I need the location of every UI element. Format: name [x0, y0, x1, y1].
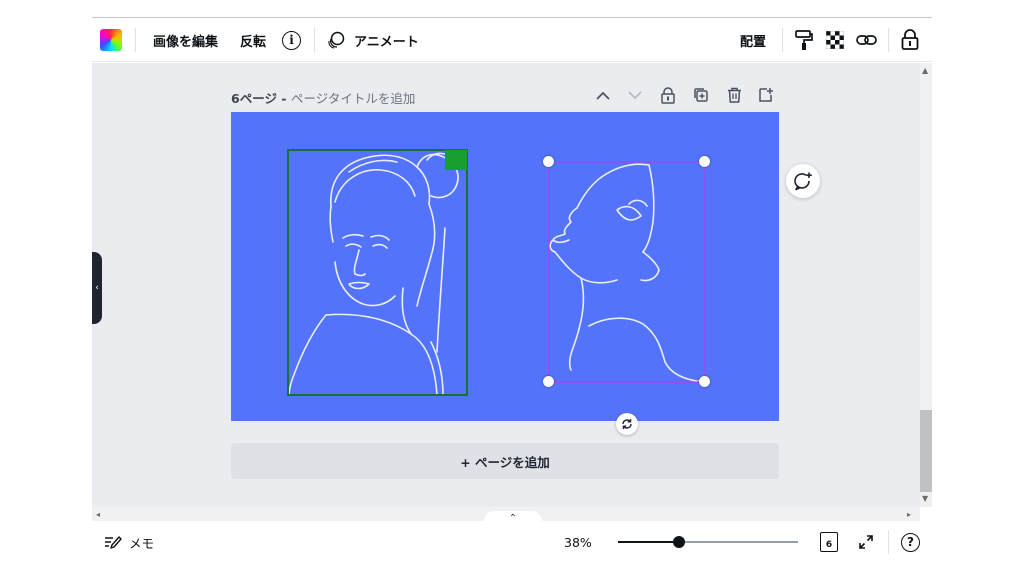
scroll-up-arrow-icon[interactable]: ▲ — [922, 66, 928, 75]
divider — [782, 28, 783, 52]
editor-app: 画像を編集 反転 i アニメート 配置 6ページ - ページタイトルを追加 + … — [92, 0, 932, 576]
color-palette-icon — [100, 29, 122, 51]
paint-roller-icon — [795, 30, 813, 50]
link-icon — [856, 35, 877, 45]
help-icon: ? — [901, 532, 920, 552]
trash-icon — [727, 87, 741, 103]
divider — [135, 28, 136, 52]
chevron-down-icon — [628, 90, 642, 99]
resize-handle-top-right[interactable] — [699, 156, 710, 167]
vertical-scrollbar-thumb[interactable] — [920, 410, 932, 492]
page-title-placeholder[interactable]: ページタイトルを追加 — [291, 91, 416, 106]
animate-button[interactable]: アニメート — [326, 18, 419, 62]
chevron-up-icon: ⌃ — [508, 512, 518, 524]
context-toolbar: 画像を編集 反転 i アニメート 配置 — [92, 18, 932, 62]
page-grid-button[interactable]: 6 — [820, 524, 838, 560]
divider — [888, 530, 889, 554]
move-page-up-button[interactable] — [593, 85, 613, 105]
help-button[interactable]: ? — [901, 524, 920, 560]
divider — [314, 28, 315, 52]
chevron-left-icon: ‹ — [95, 283, 99, 293]
resize-handle-bottom-right[interactable] — [699, 376, 710, 387]
selection-badge — [445, 150, 467, 170]
pages-icon: 6 — [820, 532, 838, 552]
lock-icon — [901, 29, 919, 50]
page-number: 6ページ — [231, 91, 277, 106]
side-panel-toggle[interactable]: ‹ — [92, 252, 102, 324]
zoom-slider-knob[interactable] — [673, 536, 686, 548]
page-count: 6 — [825, 540, 833, 550]
line-art-woman-portrait — [288, 152, 459, 396]
selection-frame-left[interactable] — [287, 149, 468, 396]
expand-icon — [859, 535, 873, 549]
animate-icon — [328, 31, 345, 49]
resize-handle-bottom-left[interactable] — [543, 376, 554, 387]
lock-button[interactable] — [901, 18, 919, 62]
lock-page-button[interactable] — [658, 85, 678, 105]
fullscreen-button[interactable] — [858, 524, 874, 560]
rotate-icon — [622, 419, 632, 429]
zoom-value[interactable]: 38% — [564, 524, 592, 560]
magic-assist-button[interactable] — [786, 164, 820, 198]
edit-image-button[interactable]: 画像を編集 — [153, 18, 218, 62]
page-artwork — [287, 149, 706, 396]
line-art-woman-profile — [549, 163, 704, 383]
info-button[interactable]: i — [282, 18, 301, 62]
duplicate-page-button[interactable] — [691, 85, 711, 105]
canvas-workspace: 6ページ - ページタイトルを追加 + ページを追加 — [92, 63, 920, 507]
resize-handle-top-left[interactable] — [543, 156, 554, 167]
divider — [888, 28, 889, 52]
duplicate-icon — [694, 88, 708, 102]
info-icon: i — [282, 30, 301, 50]
chevron-up-icon — [596, 91, 610, 100]
notes-icon — [105, 536, 122, 549]
scroll-left-arrow-icon[interactable]: ◂ — [96, 510, 100, 519]
delete-page-button[interactable] — [724, 85, 744, 105]
add-page-icon — [759, 88, 773, 102]
move-page-down-button[interactable] — [625, 85, 645, 105]
add-page-button[interactable]: + ページを追加 — [231, 443, 779, 479]
zoom-slider-fill — [618, 541, 680, 543]
page-header-separator: - — [276, 91, 291, 106]
position-button[interactable]: 配置 — [740, 18, 766, 62]
lock-icon — [661, 86, 675, 104]
scroll-down-arrow-icon[interactable]: ▼ — [922, 494, 928, 503]
flip-button[interactable]: 反転 — [240, 18, 266, 62]
speech-bubble-sparkle-icon — [794, 172, 812, 191]
page-header[interactable]: 6ページ - ページタイトルを追加 — [231, 88, 415, 107]
transparency-button[interactable] — [826, 18, 844, 62]
rotate-handle[interactable] — [616, 413, 638, 435]
collapse-pages-button[interactable]: ⌃ — [484, 511, 542, 525]
color-button[interactable] — [100, 18, 122, 62]
animate-label: アニメート — [354, 34, 419, 50]
link-button[interactable] — [856, 18, 878, 62]
copy-style-button[interactable] — [794, 18, 814, 62]
bottom-bar: メモ 38% 6 ? — [92, 524, 932, 560]
notes-button[interactable]: メモ — [104, 524, 154, 560]
notes-label: メモ — [129, 535, 155, 551]
design-page[interactable] — [231, 112, 779, 421]
scroll-right-arrow-icon[interactable]: ▸ — [907, 510, 911, 519]
add-page-after-button[interactable] — [756, 85, 776, 105]
transparency-icon — [826, 31, 844, 49]
